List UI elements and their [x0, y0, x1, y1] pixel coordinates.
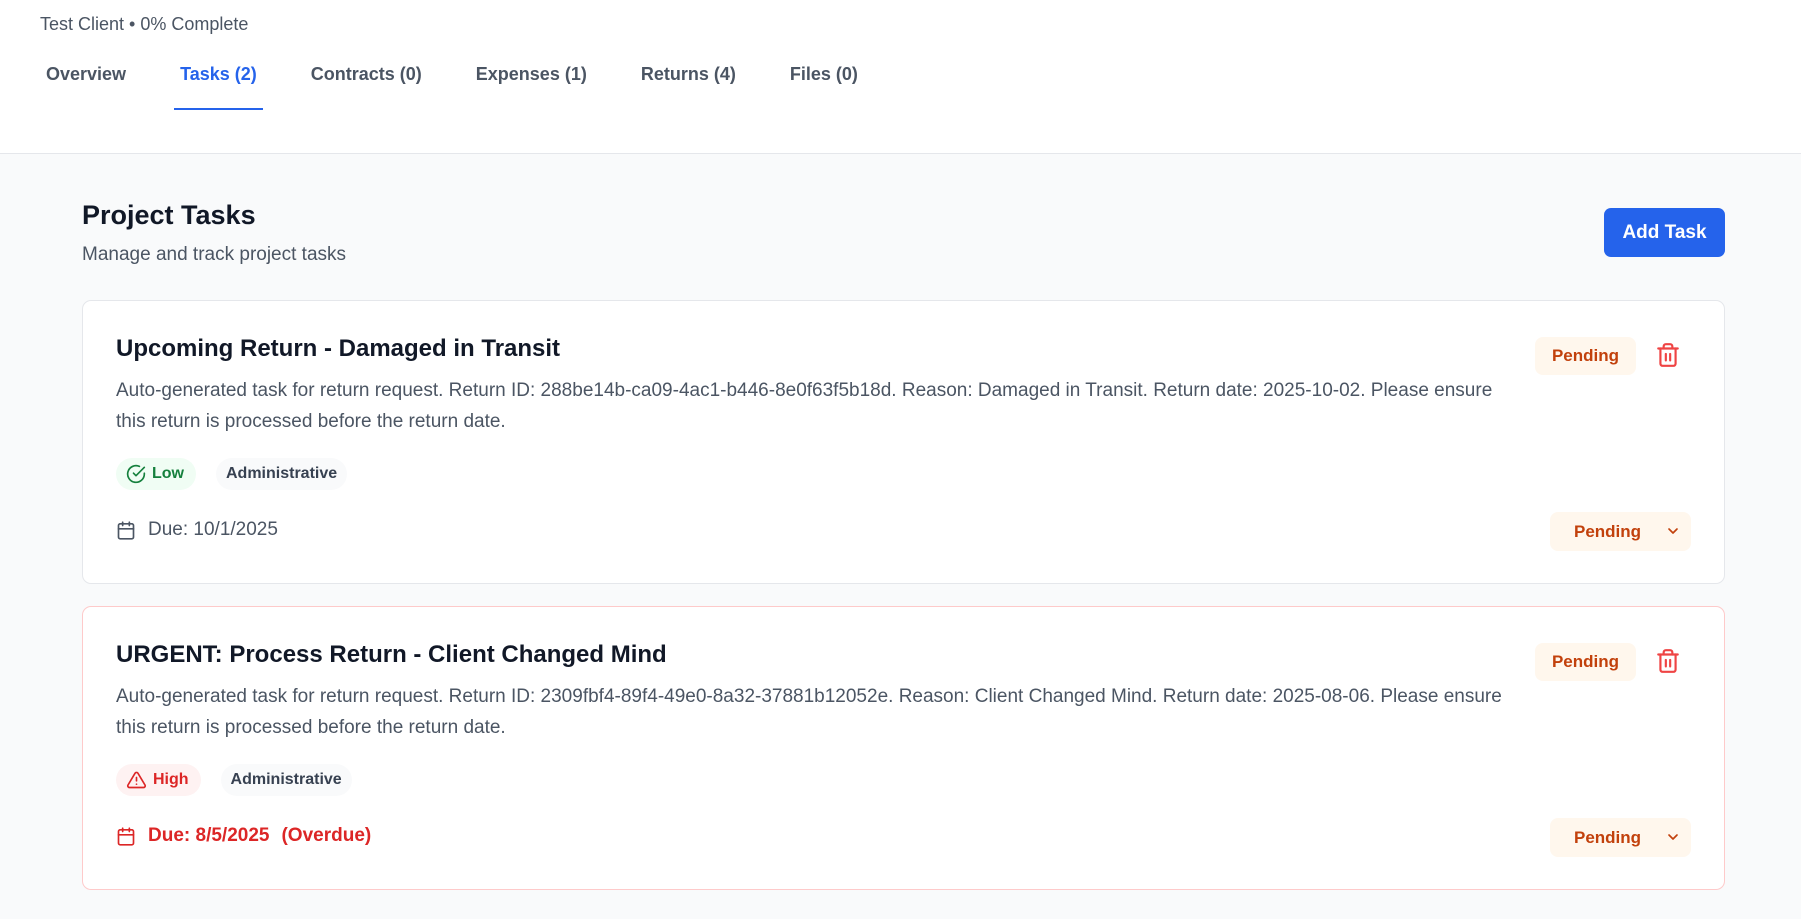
- project-subtitle: Test Client • 0% Complete: [40, 14, 249, 34]
- project-header: Test Client • 0% Complete Overview Tasks…: [0, 0, 1801, 154]
- task-title: URGENT: Process Return - Client Changed …: [116, 641, 667, 668]
- alert-triangle-icon: [126, 770, 147, 790]
- due-date-text: Due: 10/1/2025: [148, 519, 278, 540]
- tab-expenses[interactable]: Expenses (1): [470, 48, 593, 110]
- due-date: Due: 10/1/2025: [116, 519, 278, 541]
- chevron-down-icon: [1665, 829, 1681, 845]
- category-badge: Administrative: [220, 764, 352, 796]
- due-date: Due: 8/5/2025 (Overdue): [116, 825, 371, 847]
- tab-contracts[interactable]: Contracts (0): [305, 48, 428, 110]
- calendar-icon: [116, 520, 136, 541]
- task-description: Auto-generated task for return request. …: [116, 380, 1493, 432]
- priority-label: Low: [152, 465, 184, 482]
- category-badge: Administrative: [216, 458, 348, 490]
- tab-overview[interactable]: Overview: [40, 48, 132, 110]
- status-select[interactable]: Pending: [1550, 512, 1691, 551]
- status-select[interactable]: Pending: [1550, 818, 1691, 857]
- calendar-icon: [116, 826, 136, 847]
- status-badge: Pending: [1534, 337, 1636, 375]
- trash-icon[interactable]: [1655, 341, 1681, 369]
- status-select-value: Pending: [1574, 827, 1642, 847]
- tab-files[interactable]: Files (0): [784, 48, 864, 110]
- status-select-value: Pending: [1574, 521, 1642, 541]
- section-subtitle: Manage and track project tasks: [82, 244, 347, 265]
- overdue-label: (Overdue): [281, 825, 372, 846]
- priority-label: High: [153, 771, 189, 788]
- task-description: Auto-generated task for return request. …: [116, 686, 1502, 738]
- priority-badge: Low: [116, 458, 196, 490]
- tab-returns[interactable]: Returns (4): [635, 48, 742, 110]
- due-date-text: Due: 8/5/2025: [148, 825, 270, 846]
- chevron-down-icon: [1665, 523, 1681, 539]
- priority-badge: High: [116, 764, 201, 796]
- task-card: Upcoming Return - Damaged in Transit Aut…: [82, 300, 1725, 584]
- check-circle-icon: [126, 464, 146, 484]
- task-tags: Low Administrative: [116, 458, 348, 490]
- task-card: URGENT: Process Return - Client Changed …: [82, 606, 1725, 890]
- add-task-button[interactable]: Add Task: [1604, 208, 1725, 257]
- tab-bar: Overview Tasks (2) Contracts (0) Expense…: [40, 48, 906, 110]
- section-title: Project Tasks: [82, 200, 256, 230]
- task-title: Upcoming Return - Damaged in Transit: [116, 335, 561, 362]
- trash-icon[interactable]: [1655, 647, 1681, 675]
- status-badge: Pending: [1534, 643, 1636, 681]
- task-tags: High Administrative: [116, 764, 352, 796]
- tab-tasks[interactable]: Tasks (2): [174, 48, 263, 110]
